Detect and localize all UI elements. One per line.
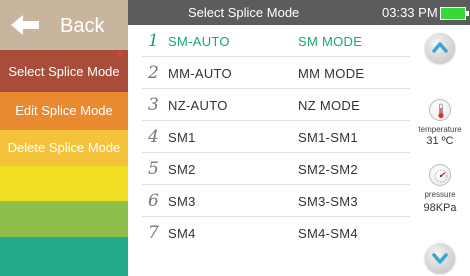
mode-type: SM MODE (298, 34, 363, 49)
mode-name: SM2 (168, 162, 196, 177)
pressure-gauge-icon (429, 164, 451, 186)
mode-number: 4 (148, 127, 159, 147)
list-item[interactable]: 4 SM1 SM1-SM1 (128, 121, 410, 153)
mode-name: SM-AUTO (168, 34, 230, 49)
list-item[interactable]: 3 NZ-AUTO NZ MODE (128, 89, 410, 121)
mode-number: 3 (148, 95, 159, 115)
sidebar: Back Select Splice Mode Edit Splice Mode… (0, 0, 128, 276)
mode-name: NZ-AUTO (168, 98, 228, 113)
mode-name: MM-AUTO (168, 66, 232, 81)
scroll-up-button[interactable] (425, 33, 455, 63)
sidebar-item-edit-splice-mode[interactable]: Edit Splice Mode (0, 92, 128, 130)
sidebar-item-delete-splice-mode[interactable]: Delete Splice Mode (0, 130, 128, 166)
mode-number: 2 (148, 63, 159, 83)
mode-type: NZ MODE (298, 98, 361, 113)
back-arrow-icon (11, 15, 39, 35)
chevron-up-icon (432, 42, 448, 53)
sidebar-item-empty-1[interactable] (0, 166, 128, 201)
sidebar-item-empty-2[interactable] (0, 201, 128, 237)
sidebar-item-label: Select Splice Mode (8, 64, 120, 79)
right-panel: temperature 31 ºC pressure 98KPa (410, 25, 470, 276)
mode-type: MM MODE (298, 66, 365, 81)
pressure-value: 98KPa (423, 202, 457, 214)
temperature-value: 31 ºC (426, 135, 454, 147)
mode-number: 7 (148, 223, 159, 243)
back-label: Back (60, 15, 105, 37)
mode-type: SM1-SM1 (298, 130, 358, 145)
mode-number: 5 (148, 159, 159, 179)
mode-number: 6 (148, 191, 159, 211)
sidebar-item-select-splice-mode[interactable]: Select Splice Mode (0, 50, 128, 92)
mode-type: SM2-SM2 (298, 162, 358, 177)
page-title: Select Splice Mode (188, 5, 300, 20)
title-bar: Select Splice Mode 03:33 PM (128, 0, 470, 25)
list-item[interactable]: 7 SM4 SM4-SM4 (128, 217, 410, 249)
back-button[interactable]: Back (0, 0, 128, 50)
mode-type: SM3-SM3 (298, 194, 358, 209)
splice-mode-list: 1 SM-AUTO SM MODE 2 MM-AUTO MM MODE 3 NZ… (128, 25, 410, 276)
sidebar-item-label: Edit Splice Mode (15, 103, 113, 118)
scroll-down-button[interactable] (425, 243, 455, 273)
pressure-label: pressure (424, 190, 456, 199)
list-item[interactable]: 5 SM2 SM2-SM2 (128, 153, 410, 185)
thermometer-icon (429, 99, 451, 121)
list-item[interactable]: 2 MM-AUTO MM MODE (128, 57, 410, 89)
mode-number: 1 (148, 31, 159, 51)
sidebar-item-empty-3[interactable] (0, 237, 128, 276)
mode-name: SM4 (168, 226, 196, 241)
mode-name: SM3 (168, 194, 196, 209)
sidebar-item-label: Delete Splice Mode (7, 140, 121, 155)
temperature-label: temperature (418, 125, 462, 134)
mode-name: SM1 (168, 130, 196, 145)
battery-icon (440, 7, 469, 20)
list-item[interactable]: 6 SM3 SM3-SM3 (128, 185, 410, 217)
list-item[interactable]: 1 SM-AUTO SM MODE (128, 25, 410, 57)
active-indicator-dot (117, 52, 122, 57)
chevron-down-icon (432, 253, 448, 264)
mode-type: SM4-SM4 (298, 226, 358, 241)
clock: 03:33 PM (382, 5, 438, 20)
